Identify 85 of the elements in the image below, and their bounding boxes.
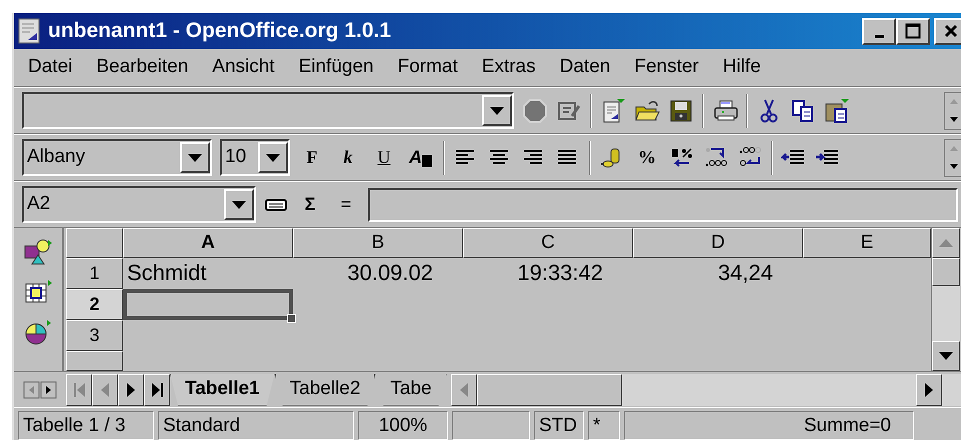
- scroll-thumb[interactable]: [476, 374, 622, 406]
- last-sheet-button[interactable]: [144, 374, 170, 406]
- caret-icon: [266, 154, 280, 162]
- menu-item[interactable]: Einfügen: [286, 53, 386, 82]
- table-cell-text: Schmidt: [126, 259, 208, 287]
- split-scroll-icon[interactable]: [23, 380, 57, 400]
- sum-button[interactable]: Σ: [296, 188, 324, 220]
- maximize-icon: [905, 23, 921, 39]
- shapes-icon[interactable]: [23, 238, 53, 266]
- next-sheet-button[interactable]: [118, 374, 144, 406]
- vertical-scrollbar[interactable]: [931, 228, 960, 371]
- up-arrow-icon: [950, 146, 958, 151]
- maximize-button[interactable]: [896, 18, 930, 44]
- row-header[interactable]: 2: [66, 289, 123, 320]
- column-header[interactable]: C: [463, 228, 633, 258]
- status-field: 100%: [358, 411, 448, 440]
- table-cell-text: 34,24: [716, 259, 774, 287]
- up-arrow-icon: [950, 99, 958, 104]
- caret-icon: [188, 154, 202, 162]
- menu-item[interactable]: Fenster: [622, 53, 711, 82]
- minimize-icon: [874, 34, 884, 38]
- bold-button[interactable]: F: [298, 142, 326, 174]
- left-triangle-icon: [101, 382, 109, 396]
- corner-cell[interactable]: [66, 228, 123, 258]
- selected-cell[interactable]: [123, 289, 293, 320]
- scroll-thumb[interactable]: [932, 258, 960, 286]
- right-triangle-icon: [127, 382, 135, 396]
- sheet-tab[interactable]: Tabe: [375, 374, 447, 406]
- close-icon: [943, 23, 959, 39]
- status-field: Summe=0: [624, 411, 914, 440]
- dropdown-button[interactable]: [180, 142, 210, 173]
- horizontal-scrollbar[interactable]: [450, 374, 961, 406]
- font-name-field[interactable]: Albany: [22, 139, 212, 176]
- pie-chart-icon[interactable]: [23, 318, 53, 346]
- copy-icon[interactable]: [790, 98, 816, 124]
- down-arrow-icon: [950, 164, 958, 169]
- first-icon: [74, 382, 84, 396]
- caret-icon: [232, 200, 246, 208]
- font-size-field[interactable]: 10: [220, 139, 290, 176]
- percent-button[interactable]: %: [633, 142, 661, 174]
- sheet-tab[interactable]: Tabelle2: [274, 374, 376, 406]
- sheet-tab[interactable]: Tabelle1: [170, 374, 275, 406]
- menu-item[interactable]: Bearbeiten: [84, 53, 200, 82]
- font-color-button[interactable]: A: [406, 142, 435, 174]
- name-box[interactable]: A2: [22, 186, 256, 223]
- menu-item[interactable]: Hilfe: [710, 53, 773, 82]
- url-field[interactable]: [22, 92, 514, 129]
- status-field: STD: [534, 411, 584, 440]
- row-header[interactable]: [66, 351, 123, 371]
- close-button[interactable]: [934, 18, 961, 44]
- paste-icon[interactable]: [824, 98, 850, 124]
- menu-item[interactable]: Daten: [548, 53, 622, 82]
- menu-item[interactable]: Format: [386, 53, 470, 82]
- dropdown-button[interactable]: [258, 142, 288, 173]
- formula-input[interactable]: [368, 188, 958, 222]
- last-icon: [152, 382, 162, 396]
- menu-item[interactable]: Extras: [470, 53, 548, 82]
- table-cell-text: 30.09.02: [346, 259, 434, 287]
- status-field: Tabelle 1 / 3: [18, 411, 154, 440]
- toolbar-scroll-button[interactable]: [944, 92, 961, 130]
- printer-icon[interactable]: [712, 98, 738, 124]
- first-sheet-button[interactable]: [66, 374, 92, 406]
- dropdown-button[interactable]: [224, 189, 254, 220]
- underline-button[interactable]: U: [370, 142, 398, 174]
- column-header[interactable]: D: [633, 228, 803, 258]
- italic-button[interactable]: k: [334, 142, 362, 174]
- caret-icon: [490, 106, 504, 114]
- status-field: *: [588, 411, 620, 440]
- column-header[interactable]: B: [293, 228, 463, 258]
- row-header[interactable]: 1: [66, 258, 123, 289]
- function-button[interactable]: =: [332, 188, 360, 220]
- status-field: Standard: [158, 411, 354, 440]
- minimize-button[interactable]: [862, 18, 896, 44]
- window-title: unbenannt1 - OpenOffice.org 1.0.1: [48, 18, 392, 44]
- dropdown-button[interactable]: [482, 95, 512, 126]
- menu-item[interactable]: Datei: [14, 53, 84, 82]
- column-header[interactable]: E: [803, 228, 931, 258]
- document-icon: [18, 18, 40, 44]
- row-header[interactable]: 3: [66, 320, 123, 351]
- down-arrow-icon: [950, 117, 958, 122]
- previous-sheet-button[interactable]: [92, 374, 118, 406]
- table-cell-text: 19:33:42: [516, 259, 604, 287]
- column-header[interactable]: A: [123, 228, 293, 258]
- toolbar-scroll-button[interactable]: [944, 138, 961, 176]
- menu-item[interactable]: Ansicht: [200, 53, 287, 82]
